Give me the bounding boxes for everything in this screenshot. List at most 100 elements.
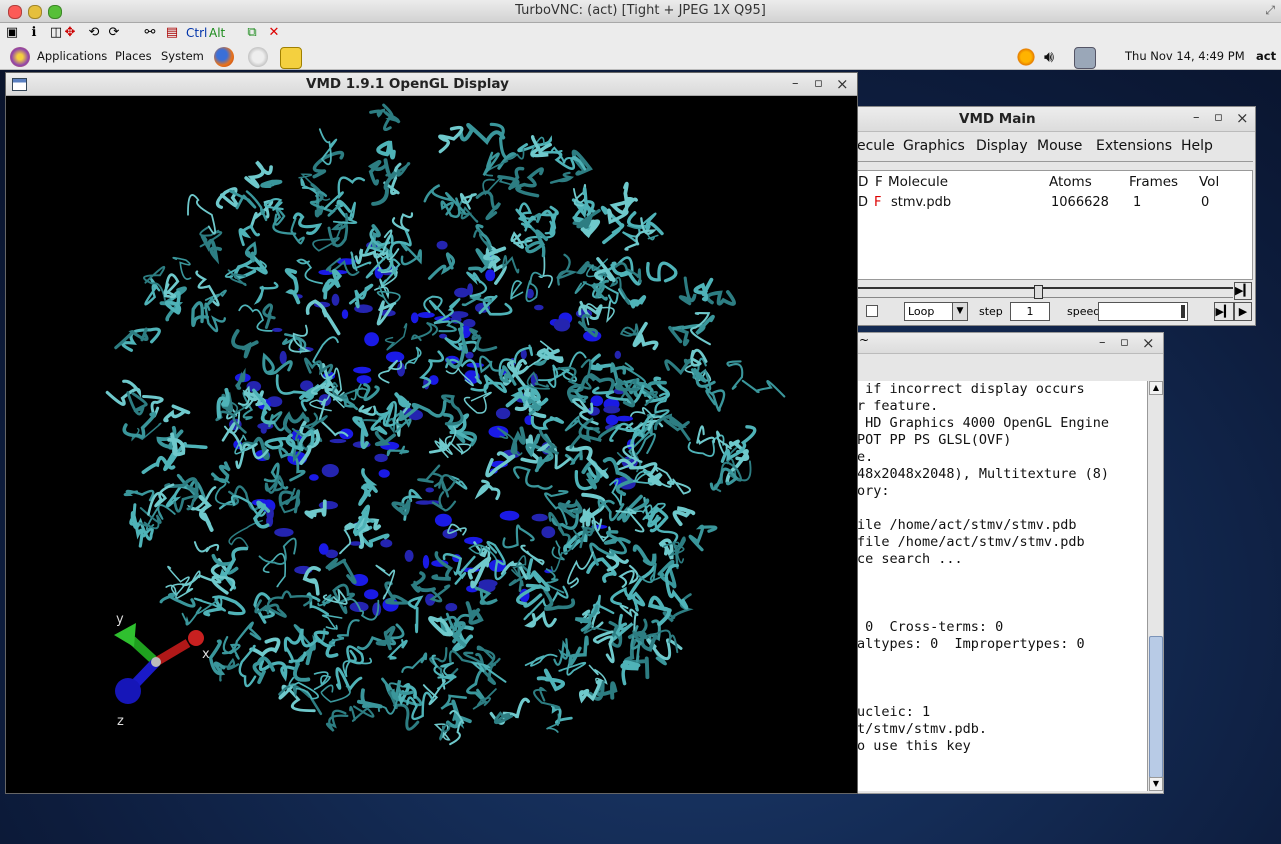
menu-graphics[interactable]: Graphics bbox=[903, 138, 965, 154]
minimize-icon[interactable]: – bbox=[1099, 333, 1106, 353]
protein-ribbon bbox=[466, 667, 487, 703]
close-icon[interactable]: × bbox=[1236, 107, 1249, 129]
menu-help[interactable]: Help bbox=[1181, 138, 1213, 154]
ctrl-alt-del-icon[interactable]: ▤ bbox=[164, 25, 180, 41]
close-icon[interactable]: × bbox=[1142, 333, 1155, 353]
protein-ribbon bbox=[705, 389, 726, 412]
console-line: HD Graphics 4000 OpenGL Engine bbox=[857, 415, 1109, 431]
close-icon[interactable]: × bbox=[836, 73, 849, 95]
protein-core-blob bbox=[378, 469, 390, 478]
system-menu[interactable]: System bbox=[161, 44, 204, 69]
window-zoom-button[interactable] bbox=[48, 5, 62, 19]
notes-icon[interactable] bbox=[280, 47, 302, 69]
protein-ribbon bbox=[328, 619, 360, 647]
gnome-foot-icon bbox=[10, 47, 30, 67]
minimize-icon[interactable]: – bbox=[1193, 107, 1200, 129]
fullscreen-icon[interactable]: ⤢ bbox=[1265, 3, 1275, 17]
protein-ribbon bbox=[593, 630, 615, 664]
vmd-main-window: VMD Main – ▫ × ecule Graphics Display Mo… bbox=[856, 106, 1256, 326]
window-close-button[interactable] bbox=[8, 5, 22, 19]
volume-icon[interactable]: 🔊︎ bbox=[1044, 44, 1054, 69]
firefox-icon[interactable] bbox=[214, 47, 234, 67]
chevron-down-icon[interactable]: ▼ bbox=[952, 303, 967, 320]
console-line: t/stmv/stmv.pdb. bbox=[857, 721, 988, 737]
alt-key-button[interactable]: Alt bbox=[209, 26, 225, 41]
menu-molecule[interactable]: ecule bbox=[857, 138, 895, 154]
maximize-icon[interactable]: ▫ bbox=[1214, 107, 1223, 129]
frame-slider[interactable] bbox=[857, 285, 1233, 299]
molecule-list[interactable]: D F Molecule Atoms Frames Vol D F stmv.p… bbox=[857, 170, 1253, 280]
network-icon[interactable] bbox=[1074, 47, 1096, 69]
clock[interactable]: Thu Nov 14, 4:49 PM bbox=[1125, 44, 1245, 69]
maximize-icon[interactable]: ▫ bbox=[814, 73, 823, 95]
protein-ribbon bbox=[296, 258, 323, 285]
frame-slider-handle[interactable] bbox=[1034, 285, 1043, 299]
protein-core-blob bbox=[274, 528, 294, 537]
minimize-icon[interactable]: – bbox=[792, 73, 799, 95]
console-output[interactable]: if incorrect display occurs r feature. HD… bbox=[857, 381, 1147, 791]
protein-core-blob bbox=[422, 555, 430, 569]
molecule-render-canvas[interactable]: y x z bbox=[6, 95, 857, 793]
mail-clock-icon[interactable] bbox=[248, 47, 268, 67]
protein-ribbon bbox=[450, 621, 467, 648]
step-forward-icon[interactable]: ▶▎ bbox=[1214, 302, 1234, 321]
applications-menu[interactable]: Applications bbox=[37, 44, 107, 69]
protein-ribbon bbox=[705, 290, 736, 306]
request-refresh-icon[interactable]: ⟳ bbox=[106, 25, 122, 41]
step-stepper[interactable]: 1 bbox=[1010, 302, 1050, 321]
protein-core-blob bbox=[605, 414, 619, 426]
menu-mouse[interactable]: Mouse bbox=[1037, 138, 1082, 154]
molecule-name[interactable]: stmv.pdb bbox=[891, 195, 951, 210]
protein-ribbon bbox=[513, 466, 553, 490]
user-menu[interactable]: act bbox=[1256, 44, 1276, 69]
x-axis-head bbox=[188, 630, 204, 646]
info-icon[interactable]: ℹ bbox=[26, 25, 42, 41]
console-scrollbar[interactable]: ▲ ▼ bbox=[1147, 381, 1163, 791]
loop-style-select[interactable]: Loop ▼ bbox=[904, 302, 968, 321]
axes-indicator: y x z bbox=[114, 612, 210, 729]
lossless-refresh-icon[interactable]: ⟲ bbox=[86, 25, 102, 41]
console-line: ory: bbox=[857, 483, 890, 499]
disconnect-icon[interactable]: ✕ bbox=[266, 25, 282, 41]
protein-ribbon bbox=[530, 415, 564, 430]
scroll-up-icon[interactable]: ▲ bbox=[1149, 381, 1163, 395]
protein-ribbon bbox=[181, 574, 236, 592]
places-menu[interactable]: Places bbox=[115, 44, 152, 69]
jump-to-end-icon[interactable]: ▶▎ bbox=[1234, 282, 1252, 300]
window-menu-icon[interactable] bbox=[12, 78, 27, 91]
update-notifier-icon[interactable] bbox=[1015, 47, 1037, 67]
fixed-flag[interactable]: F bbox=[874, 195, 881, 210]
drawn-flag[interactable]: D bbox=[858, 195, 868, 210]
fullscreen-mode-icon[interactable]: ✥ bbox=[62, 25, 78, 41]
protein-ribbon bbox=[536, 668, 566, 692]
scroll-down-icon[interactable]: ▼ bbox=[1149, 777, 1163, 791]
protein-ribbon bbox=[163, 404, 191, 423]
menu-display[interactable]: Display bbox=[976, 138, 1028, 154]
protein-ribbon bbox=[537, 246, 553, 289]
options-icon[interactable]: ▣ bbox=[4, 25, 20, 41]
zoom-checkbox[interactable] bbox=[866, 305, 878, 317]
frame-count: 1 bbox=[1133, 195, 1142, 210]
speed-label: speed bbox=[1067, 305, 1101, 318]
play-forward-icon[interactable]: ▶ bbox=[1234, 302, 1252, 321]
protein-ribbon bbox=[327, 212, 349, 248]
speed-slider-handle[interactable] bbox=[1181, 305, 1185, 318]
maximize-icon[interactable]: ▫ bbox=[1120, 333, 1129, 353]
speed-slider[interactable] bbox=[1098, 302, 1188, 321]
window-minimize-button[interactable] bbox=[28, 5, 42, 19]
protein-core-blob bbox=[260, 426, 267, 434]
protein-ribbon bbox=[253, 281, 279, 305]
protein-ribbon bbox=[589, 353, 612, 371]
protein-core-blob bbox=[356, 375, 372, 385]
protein-ribbon bbox=[463, 391, 492, 414]
vmd-display-title: VMD 1.9.1 OpenGL Display bbox=[306, 76, 509, 92]
new-connection-icon[interactable]: ⧉ bbox=[244, 25, 260, 41]
y-axis-label: y bbox=[116, 612, 124, 627]
scrollbar-thumb[interactable] bbox=[1149, 636, 1163, 778]
menu-extensions[interactable]: Extensions bbox=[1096, 138, 1172, 154]
protein-core-blob bbox=[614, 350, 621, 359]
clipboard-icon[interactable]: ⚯ bbox=[142, 25, 158, 41]
z-axis-head bbox=[115, 678, 141, 704]
ctrl-key-button[interactable]: Ctrl bbox=[186, 26, 207, 41]
